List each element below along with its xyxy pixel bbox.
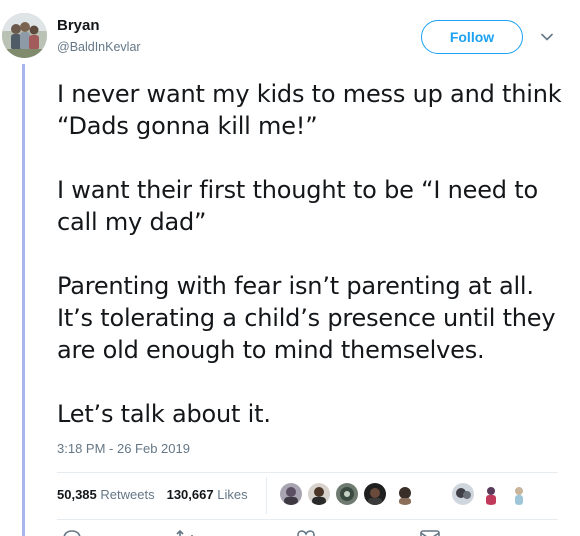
message-icon[interactable] bbox=[419, 528, 441, 536]
user-handle[interactable]: @BaldInKevlar bbox=[57, 40, 141, 54]
retweet-icon[interactable] bbox=[175, 528, 197, 536]
retweets-stat[interactable]: 50,385 Retweets bbox=[57, 487, 155, 502]
liker-avatar[interactable] bbox=[336, 483, 358, 505]
retweets-count: 50,385 bbox=[57, 487, 97, 502]
liker-avatar[interactable] bbox=[308, 483, 330, 505]
avatar[interactable] bbox=[2, 13, 47, 58]
like-icon[interactable] bbox=[295, 528, 317, 536]
liker-avatar[interactable] bbox=[280, 483, 302, 505]
divider bbox=[57, 519, 558, 520]
tweet-paragraph: I want their first thought to be “I need… bbox=[57, 176, 538, 236]
divider bbox=[57, 472, 558, 473]
tweet-text: I never want my kids to mess up and thin… bbox=[57, 78, 567, 430]
liker-avatar[interactable] bbox=[480, 483, 502, 505]
tweet-stats: 50,385 Retweets 130,667 Likes bbox=[57, 487, 248, 502]
liker-avatar[interactable] bbox=[394, 483, 416, 505]
likes-count: 130,667 bbox=[166, 487, 214, 502]
tweet-paragraph: I never want my kids to mess up and thin… bbox=[57, 80, 562, 140]
liker-avatar[interactable] bbox=[508, 483, 530, 505]
likes-label: Likes bbox=[217, 487, 248, 502]
tweet-paragraph: Let’s talk about it. bbox=[57, 400, 271, 428]
reply-icon[interactable] bbox=[61, 528, 83, 536]
chevron-down-icon[interactable] bbox=[540, 30, 554, 44]
liker-avatar[interactable] bbox=[452, 483, 474, 505]
tweet-paragraph: Parenting with fear isn’t parenting at a… bbox=[57, 272, 556, 364]
divider bbox=[266, 477, 267, 514]
avatar-photo bbox=[2, 13, 47, 58]
thread-line bbox=[22, 64, 25, 536]
liker-avatar[interactable] bbox=[364, 483, 386, 505]
tweet-actions bbox=[57, 528, 558, 536]
follow-button[interactable]: Follow bbox=[421, 20, 523, 54]
retweets-label: Retweets bbox=[100, 487, 155, 502]
display-name[interactable]: Bryan bbox=[57, 17, 100, 34]
tweet-timestamp[interactable]: 3:18 PM - 26 Feb 2019 bbox=[57, 441, 190, 456]
likes-stat[interactable]: 130,667 Likes bbox=[167, 487, 248, 502]
